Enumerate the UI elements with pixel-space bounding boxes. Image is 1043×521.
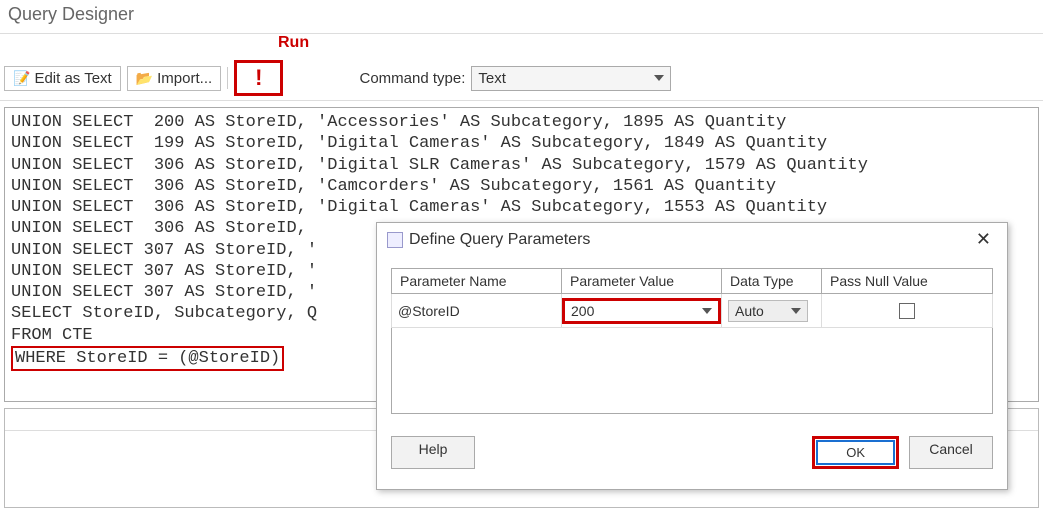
chevron-down-icon (702, 308, 712, 314)
define-query-parameters-dialog: Define Query Parameters ✕ Parameter Name… (376, 222, 1008, 490)
parameters-table: Parameter Name Parameter Value Data Type… (391, 268, 993, 328)
col-pass-null: Pass Null Value (822, 269, 993, 294)
query-line: UNION SELECT 306 AS StoreID, 'Camcorders… (11, 177, 776, 196)
toolbar: 📝 Edit as Text 📂 Import... ! Command typ… (0, 56, 1043, 101)
query-line: UNION SELECT 307 AS StoreID, ' (11, 262, 317, 281)
dialog-titlebar: Define Query Parameters ✕ (377, 223, 1007, 256)
run-button[interactable]: ! (234, 60, 283, 96)
ok-button-highlight: OK (812, 436, 899, 469)
command-type-label: Command type: (359, 70, 465, 87)
query-line: UNION SELECT 307 AS StoreID, ' (11, 241, 317, 260)
window-title: Query Designer (0, 0, 1043, 34)
query-line: UNION SELECT 306 AS StoreID, 'Digital Ca… (11, 198, 827, 217)
toolbar-separator (227, 67, 228, 89)
data-type-text: Auto (735, 303, 764, 319)
query-line: UNION SELECT 307 AS StoreID, ' (11, 283, 317, 302)
dialog-icon (387, 232, 403, 248)
pass-null-cell[interactable] (822, 294, 993, 328)
where-clause-highlight: WHERE StoreID = (@StoreID) (11, 346, 284, 371)
parameter-name-cell: @StoreID (392, 294, 562, 328)
query-line: UNION SELECT 200 AS StoreID, 'Accessorie… (11, 113, 786, 132)
query-line: UNION SELECT 306 AS StoreID, 'Digital SL… (11, 156, 868, 175)
query-line: UNION SELECT 199 AS StoreID, 'Digital Ca… (11, 134, 827, 153)
exclamation-icon: ! (255, 65, 262, 90)
chevron-down-icon (654, 75, 664, 81)
run-annotation-label: Run (278, 34, 309, 52)
table-header-row: Parameter Name Parameter Value Data Type… (392, 269, 993, 294)
cancel-button[interactable]: Cancel (909, 436, 993, 469)
edit-text-icon: 📝 (13, 70, 30, 87)
dialog-button-bar: Help OK Cancel (377, 426, 1007, 479)
edit-as-text-label: Edit as Text (34, 70, 111, 87)
import-label: Import... (157, 70, 212, 87)
folder-open-icon: 📂 (136, 70, 153, 87)
parameter-value-cell[interactable]: 200 (562, 294, 722, 328)
table-row: @StoreID 200 Auto (392, 294, 993, 328)
help-button[interactable]: Help (391, 436, 475, 469)
col-data-type: Data Type (722, 269, 822, 294)
chevron-down-icon (791, 308, 801, 314)
parameters-table-empty-area (391, 328, 993, 414)
query-line: SELECT StoreID, Subcategory, Q (11, 304, 317, 323)
close-icon[interactable]: ✕ (970, 229, 997, 250)
parameter-value-text: 200 (571, 303, 594, 319)
col-parameter-value: Parameter Value (562, 269, 722, 294)
query-line: UNION SELECT 306 AS StoreID, (11, 219, 307, 238)
import-button[interactable]: 📂 Import... (127, 66, 221, 91)
query-line: FROM CTE (11, 326, 93, 345)
dialog-title-text: Define Query Parameters (409, 231, 590, 249)
command-type-value: Text (478, 70, 506, 87)
dialog-body: Parameter Name Parameter Value Data Type… (377, 256, 1007, 426)
edit-as-text-button[interactable]: 📝 Edit as Text (4, 66, 121, 91)
pass-null-checkbox[interactable] (899, 303, 915, 319)
col-parameter-name: Parameter Name (392, 269, 562, 294)
ok-button[interactable]: OK (816, 440, 895, 465)
command-type-select[interactable]: Text (471, 66, 671, 91)
data-type-cell[interactable]: Auto (722, 294, 822, 328)
